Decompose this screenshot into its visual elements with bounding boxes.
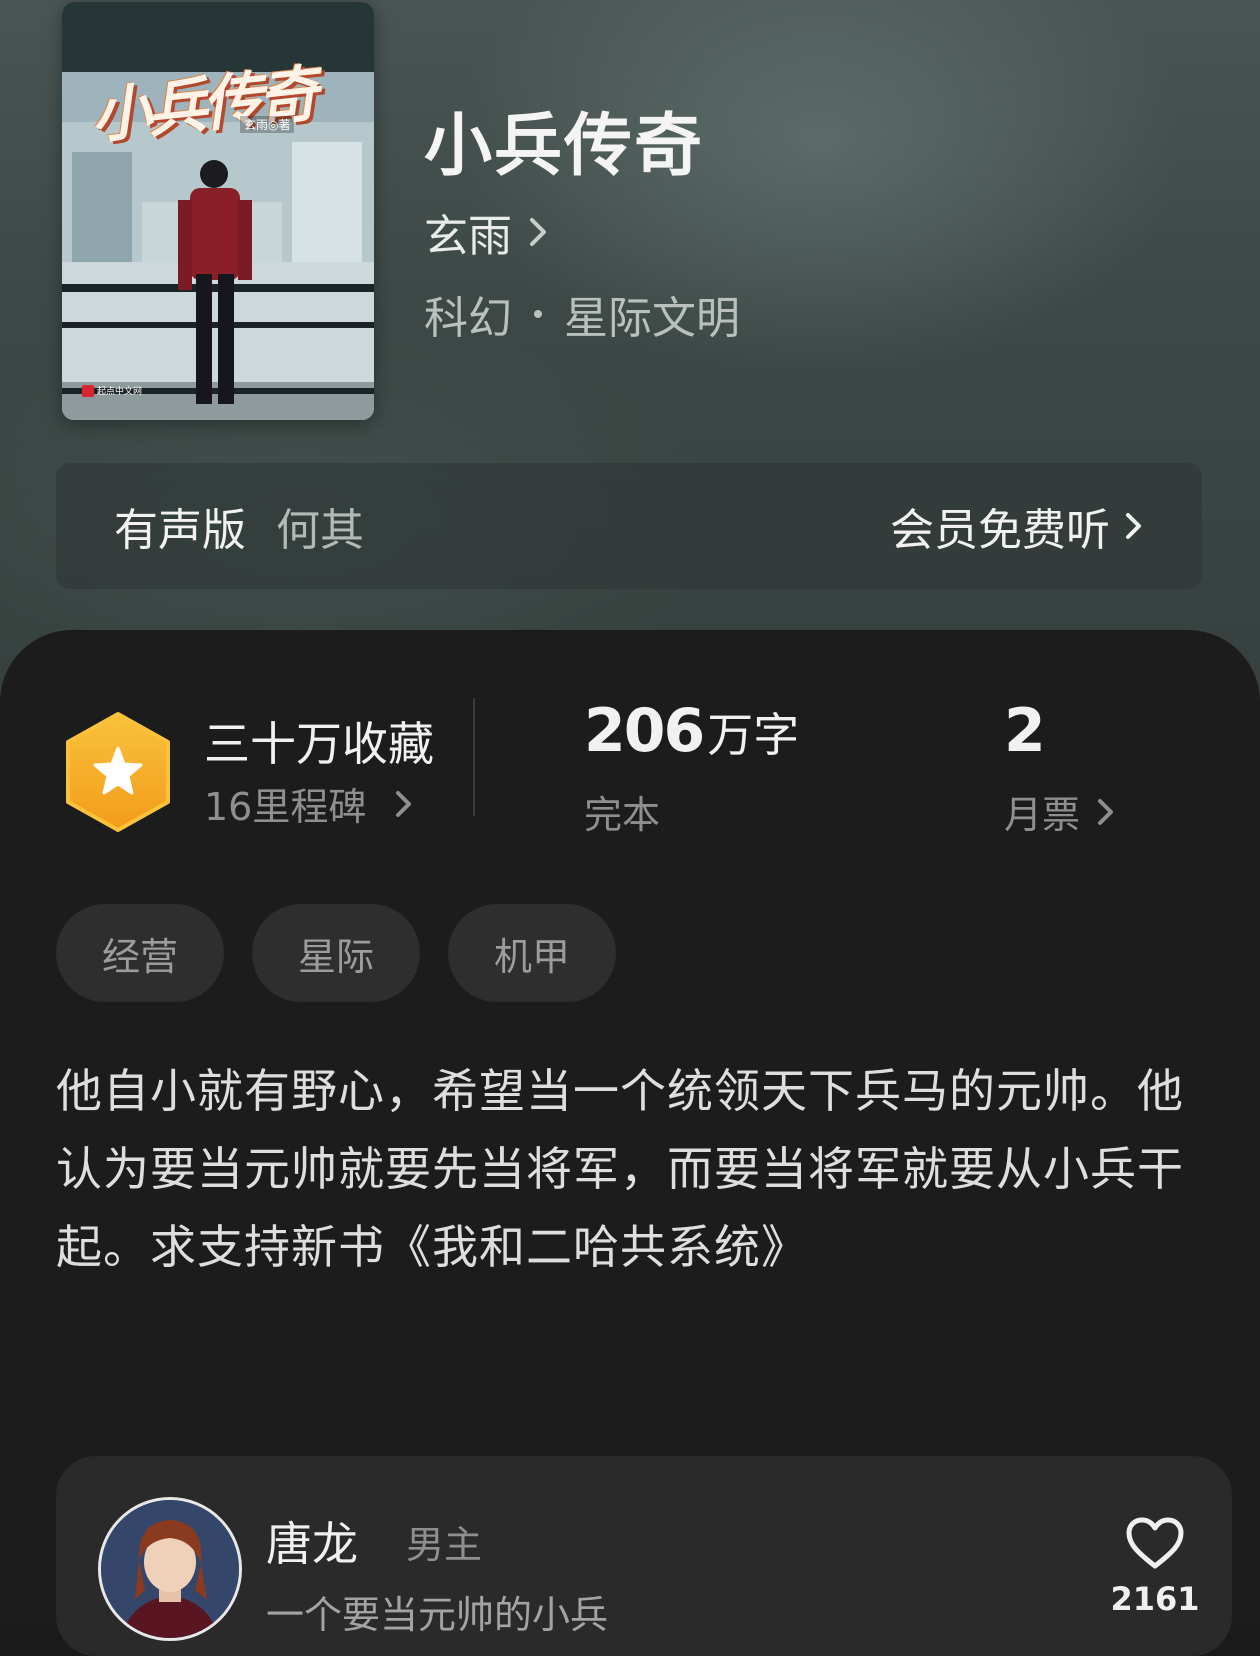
character-role: 男主 <box>406 1523 483 1567</box>
listen-free-label: 会员免费听 <box>890 505 1110 556</box>
audio-version-bar[interactable]: 有声版 何其 会员免费听 <box>56 463 1202 589</box>
milestone-link[interactable]: 16里程碑 <box>204 776 414 831</box>
category[interactable]: 科幻 <box>424 282 512 346</box>
book-cover[interactable]: 小兵传奇 玄雨◎著 起点中文网 <box>62 2 374 420</box>
author-name: 玄雨 <box>424 211 512 262</box>
audio-narrator: 何其 <box>276 505 364 556</box>
milestone-label: 16里程碑 <box>204 785 367 829</box>
word-count-number: 206 <box>584 696 705 766</box>
character-portrait <box>101 1500 239 1638</box>
favorites-count: 三十万收藏 <box>204 717 434 771</box>
cover-author-art: 玄雨◎著 <box>240 116 295 133</box>
star-badge-icon <box>66 712 170 832</box>
character-name: 唐龙 <box>266 1517 358 1571</box>
listen-free-button[interactable]: 会员免费听 <box>890 494 1144 558</box>
character-avatar[interactable] <box>98 1497 242 1641</box>
monthly-votes-label: 月票 <box>1004 793 1081 837</box>
book-synopsis[interactable]: 他自小就有野心，希望当一个统领天下兵马的元帅。他认为要当元帅就要先当将军，而要当… <box>56 1052 1204 1286</box>
cover-publisher-text: 起点中文网 <box>97 387 143 397</box>
tag-chip[interactable]: 星际 <box>252 904 420 1002</box>
stat-divider <box>473 698 475 816</box>
monthly-votes-count: 2 <box>1004 696 1046 766</box>
tag-chip[interactable]: 经营 <box>56 904 224 1002</box>
monthly-votes-link[interactable]: 月票 <box>1004 784 1116 839</box>
book-title: 小兵传奇 <box>424 106 705 186</box>
word-count: 206 万字 <box>584 696 799 766</box>
chevron-right-icon <box>396 790 412 817</box>
chevron-right-icon <box>1126 513 1141 539</box>
monthly-votes-number: 2 <box>1004 696 1046 766</box>
cover-publisher: 起点中文网 <box>82 384 142 397</box>
separator-dot <box>534 310 542 318</box>
tag-list: 经营 星际 机甲 <box>56 904 616 1002</box>
tag-chip[interactable]: 机甲 <box>448 904 616 1002</box>
completion-status: 完本 <box>584 793 661 837</box>
audio-label: 有声版 <box>114 505 246 556</box>
word-count-unit: 万字 <box>707 708 800 762</box>
chevron-right-icon <box>530 218 546 246</box>
character-description: 一个要当元帅的小兵 <box>266 1593 609 1637</box>
subcategory[interactable]: 星际文明 <box>564 282 740 346</box>
like-count: 2161 <box>1110 1580 1200 1618</box>
heart-icon <box>1126 1517 1184 1569</box>
genre-row: 科幻 星际文明 <box>424 282 740 346</box>
chevron-right-icon <box>1098 798 1114 825</box>
publisher-logo-icon <box>82 384 94 397</box>
like-button[interactable]: 2161 <box>1110 1516 1200 1618</box>
author-link[interactable]: 玄雨 <box>424 200 550 264</box>
